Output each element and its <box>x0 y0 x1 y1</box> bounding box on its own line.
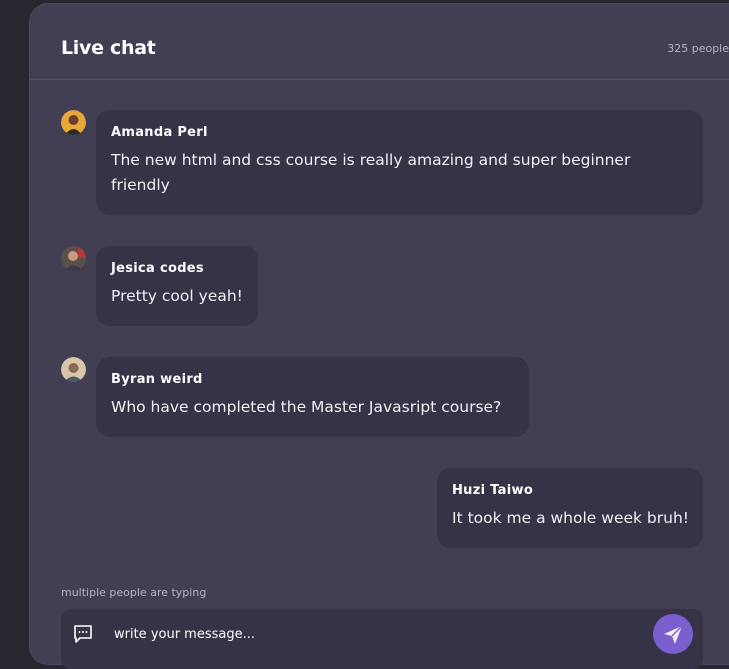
message-bubble-own: Huzi Taiwo It took me a whole week bruh! <box>437 468 703 548</box>
message-author: Jesica codes <box>111 261 204 276</box>
avatar-amanda[interactable] <box>61 110 86 135</box>
people-count: 325 people <box>667 42 729 55</box>
message-text: It took me a whole week bruh! <box>452 509 689 527</box>
message-composer <box>61 609 703 669</box>
message-bubble: Jesica codes Pretty cool yeah! <box>96 246 258 326</box>
message-text-line: The new html and css course is really am… <box>111 151 631 169</box>
message-bubble: Byran weird Who have completed the Maste… <box>96 357 529 437</box>
message-text: Pretty cool yeah! <box>111 287 243 305</box>
message-text-line: friendly <box>111 176 170 194</box>
message-author: Huzi Taiwo <box>452 483 534 498</box>
chat-header: Live chat 325 people <box>30 4 729 80</box>
message-text: The new html and css course is really am… <box>111 148 689 198</box>
avatar-byran[interactable] <box>61 357 86 382</box>
chat-bubble-icon <box>72 623 94 645</box>
message-author: Byran weird <box>111 372 203 387</box>
message-text: Who have completed the Master Javasript … <box>111 398 502 416</box>
avatar-jesica[interactable] <box>61 246 86 271</box>
message-bubble: Amanda Perl The new html and css course … <box>96 110 703 215</box>
message-author: Amanda Perl <box>111 125 208 140</box>
chat-title: Live chat <box>61 37 156 59</box>
chat-panel: Live chat 325 people Amanda Perl The new… <box>30 4 729 669</box>
message-input[interactable] <box>114 623 634 645</box>
typing-indicator: multiple people are typing <box>61 586 207 599</box>
send-button[interactable] <box>653 614 693 654</box>
